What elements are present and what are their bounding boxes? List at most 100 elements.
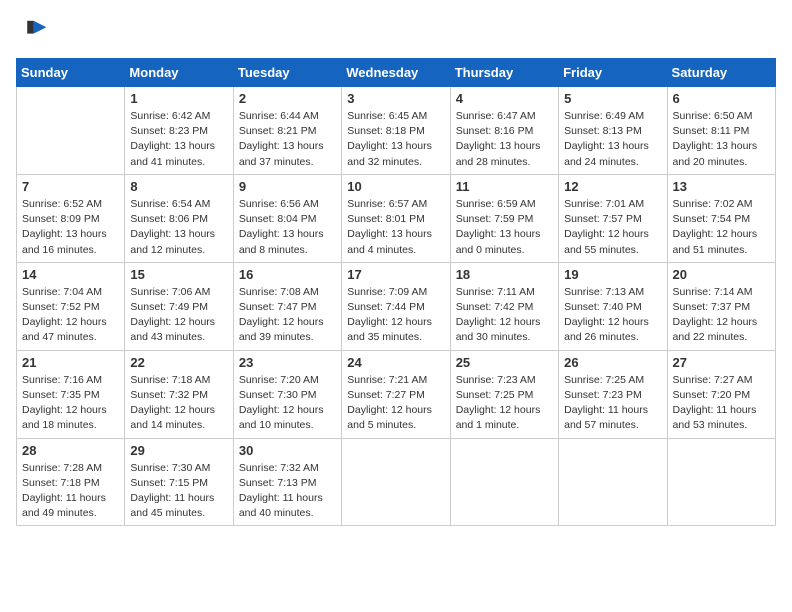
day-number: 13 bbox=[673, 179, 770, 194]
calendar-cell: 27 Sunrise: 7:27 AM Sunset: 7:20 PM Dayli… bbox=[667, 350, 775, 438]
day-info: Sunrise: 6:52 AM Sunset: 8:09 PM Dayligh… bbox=[22, 197, 119, 258]
logo bbox=[16, 16, 52, 48]
calendar-table: SundayMondayTuesdayWednesdayThursdayFrid… bbox=[16, 58, 776, 526]
day-info: Sunrise: 7:21 AM Sunset: 7:27 PM Dayligh… bbox=[347, 373, 444, 434]
day-number: 15 bbox=[130, 267, 227, 282]
day-info: Sunrise: 7:28 AM Sunset: 7:18 PM Dayligh… bbox=[22, 461, 119, 522]
calendar-cell: 23 Sunrise: 7:20 AM Sunset: 7:30 PM Dayli… bbox=[233, 350, 341, 438]
day-info: Sunrise: 7:02 AM Sunset: 7:54 PM Dayligh… bbox=[673, 197, 770, 258]
calendar-body: 1 Sunrise: 6:42 AM Sunset: 8:23 PM Daylig… bbox=[17, 87, 776, 526]
day-info: Sunrise: 6:56 AM Sunset: 8:04 PM Dayligh… bbox=[239, 197, 336, 258]
day-number: 21 bbox=[22, 355, 119, 370]
header-day-wednesday: Wednesday bbox=[342, 59, 450, 87]
calendar-cell: 7 Sunrise: 6:52 AM Sunset: 8:09 PM Daylig… bbox=[17, 174, 125, 262]
week-row-5: 28 Sunrise: 7:28 AM Sunset: 7:18 PM Dayli… bbox=[17, 438, 776, 526]
day-number: 20 bbox=[673, 267, 770, 282]
day-number: 25 bbox=[456, 355, 553, 370]
day-number: 9 bbox=[239, 179, 336, 194]
calendar-cell: 9 Sunrise: 6:56 AM Sunset: 8:04 PM Daylig… bbox=[233, 174, 341, 262]
day-info: Sunrise: 6:50 AM Sunset: 8:11 PM Dayligh… bbox=[673, 109, 770, 170]
day-number: 17 bbox=[347, 267, 444, 282]
calendar-cell: 22Sunrise: 7:18 AM Sunset: 7:32 PM Dayli… bbox=[125, 350, 233, 438]
day-number: 2 bbox=[239, 91, 336, 106]
calendar-cell: 6 Sunrise: 6:50 AM Sunset: 8:11 PM Daylig… bbox=[667, 87, 775, 175]
day-info: Sunrise: 6:49 AM Sunset: 8:13 PM Dayligh… bbox=[564, 109, 661, 170]
calendar-cell: 14Sunrise: 7:04 AM Sunset: 7:52 PM Dayli… bbox=[17, 262, 125, 350]
calendar-cell bbox=[450, 438, 558, 526]
day-info: Sunrise: 7:23 AM Sunset: 7:25 PM Dayligh… bbox=[456, 373, 553, 434]
day-info: Sunrise: 6:59 AM Sunset: 7:59 PM Dayligh… bbox=[456, 197, 553, 258]
calendar-header: SundayMondayTuesdayWednesdayThursdayFrid… bbox=[17, 59, 776, 87]
header-row: SundayMondayTuesdayWednesdayThursdayFrid… bbox=[17, 59, 776, 87]
day-info: Sunrise: 7:16 AM Sunset: 7:35 PM Dayligh… bbox=[22, 373, 119, 434]
day-number: 18 bbox=[456, 267, 553, 282]
calendar-cell: 30Sunrise: 7:32 AM Sunset: 7:13 PM Dayli… bbox=[233, 438, 341, 526]
day-info: Sunrise: 7:09 AM Sunset: 7:44 PM Dayligh… bbox=[347, 285, 444, 346]
calendar-cell: 17 Sunrise: 7:09 AM Sunset: 7:44 PM Dayli… bbox=[342, 262, 450, 350]
day-number: 12 bbox=[564, 179, 661, 194]
logo-icon bbox=[16, 16, 48, 48]
calendar-cell: 25 Sunrise: 7:23 AM Sunset: 7:25 PM Dayli… bbox=[450, 350, 558, 438]
calendar-cell: 11Sunrise: 6:59 AM Sunset: 7:59 PM Dayli… bbox=[450, 174, 558, 262]
day-number: 3 bbox=[347, 91, 444, 106]
day-info: Sunrise: 7:06 AM Sunset: 7:49 PM Dayligh… bbox=[130, 285, 227, 346]
day-info: Sunrise: 7:30 AM Sunset: 7:15 PM Dayligh… bbox=[130, 461, 227, 522]
calendar-cell: 1 Sunrise: 6:42 AM Sunset: 8:23 PM Daylig… bbox=[125, 87, 233, 175]
day-number: 28 bbox=[22, 443, 119, 458]
calendar-cell: 2 Sunrise: 6:44 AM Sunset: 8:21 PM Daylig… bbox=[233, 87, 341, 175]
day-info: Sunrise: 6:57 AM Sunset: 8:01 PM Dayligh… bbox=[347, 197, 444, 258]
day-info: Sunrise: 6:47 AM Sunset: 8:16 PM Dayligh… bbox=[456, 109, 553, 170]
day-number: 27 bbox=[673, 355, 770, 370]
calendar-cell bbox=[342, 438, 450, 526]
day-info: Sunrise: 7:14 AM Sunset: 7:37 PM Dayligh… bbox=[673, 285, 770, 346]
calendar-cell bbox=[17, 87, 125, 175]
day-info: Sunrise: 7:20 AM Sunset: 7:30 PM Dayligh… bbox=[239, 373, 336, 434]
day-info: Sunrise: 7:04 AM Sunset: 7:52 PM Dayligh… bbox=[22, 285, 119, 346]
calendar-cell: 3 Sunrise: 6:45 AM Sunset: 8:18 PM Daylig… bbox=[342, 87, 450, 175]
calendar-cell: 29 Sunrise: 7:30 AM Sunset: 7:15 PM Dayli… bbox=[125, 438, 233, 526]
header-day-monday: Monday bbox=[125, 59, 233, 87]
day-number: 24 bbox=[347, 355, 444, 370]
calendar-cell: 24 Sunrise: 7:21 AM Sunset: 7:27 PM Dayli… bbox=[342, 350, 450, 438]
day-info: Sunrise: 7:08 AM Sunset: 7:47 PM Dayligh… bbox=[239, 285, 336, 346]
day-number: 23 bbox=[239, 355, 336, 370]
calendar-cell bbox=[667, 438, 775, 526]
day-number: 6 bbox=[673, 91, 770, 106]
calendar-cell: 13 Sunrise: 7:02 AM Sunset: 7:54 PM Dayli… bbox=[667, 174, 775, 262]
day-info: Sunrise: 7:25 AM Sunset: 7:23 PM Dayligh… bbox=[564, 373, 661, 434]
day-info: Sunrise: 6:54 AM Sunset: 8:06 PM Dayligh… bbox=[130, 197, 227, 258]
day-info: Sunrise: 7:32 AM Sunset: 7:13 PM Dayligh… bbox=[239, 461, 336, 522]
header-day-thursday: Thursday bbox=[450, 59, 558, 87]
calendar-cell: 15 Sunrise: 7:06 AM Sunset: 7:49 PM Dayli… bbox=[125, 262, 233, 350]
day-number: 7 bbox=[22, 179, 119, 194]
week-row-2: 7 Sunrise: 6:52 AM Sunset: 8:09 PM Daylig… bbox=[17, 174, 776, 262]
day-info: Sunrise: 7:27 AM Sunset: 7:20 PM Dayligh… bbox=[673, 373, 770, 434]
calendar-cell: 16 Sunrise: 7:08 AM Sunset: 7:47 PM Dayli… bbox=[233, 262, 341, 350]
header-day-sunday: Sunday bbox=[17, 59, 125, 87]
page-header bbox=[16, 16, 776, 48]
day-info: Sunrise: 7:01 AM Sunset: 7:57 PM Dayligh… bbox=[564, 197, 661, 258]
day-number: 5 bbox=[564, 91, 661, 106]
calendar-cell: 12 Sunrise: 7:01 AM Sunset: 7:57 PM Dayli… bbox=[559, 174, 667, 262]
calendar-cell: 10Sunrise: 6:57 AM Sunset: 8:01 PM Dayli… bbox=[342, 174, 450, 262]
day-info: Sunrise: 7:11 AM Sunset: 7:42 PM Dayligh… bbox=[456, 285, 553, 346]
calendar-cell: 28 Sunrise: 7:28 AM Sunset: 7:18 PM Dayli… bbox=[17, 438, 125, 526]
day-number: 29 bbox=[130, 443, 227, 458]
calendar-cell: 19Sunrise: 7:13 AM Sunset: 7:40 PM Dayli… bbox=[559, 262, 667, 350]
calendar-cell: 5 Sunrise: 6:49 AM Sunset: 8:13 PM Daylig… bbox=[559, 87, 667, 175]
day-info: Sunrise: 6:42 AM Sunset: 8:23 PM Dayligh… bbox=[130, 109, 227, 170]
week-row-1: 1 Sunrise: 6:42 AM Sunset: 8:23 PM Daylig… bbox=[17, 87, 776, 175]
header-day-tuesday: Tuesday bbox=[233, 59, 341, 87]
week-row-3: 14Sunrise: 7:04 AM Sunset: 7:52 PM Dayli… bbox=[17, 262, 776, 350]
day-number: 22 bbox=[130, 355, 227, 370]
calendar-cell: 4Sunrise: 6:47 AM Sunset: 8:16 PM Daylig… bbox=[450, 87, 558, 175]
day-number: 8 bbox=[130, 179, 227, 194]
week-row-4: 21 Sunrise: 7:16 AM Sunset: 7:35 PM Dayli… bbox=[17, 350, 776, 438]
header-day-saturday: Saturday bbox=[667, 59, 775, 87]
day-number: 16 bbox=[239, 267, 336, 282]
day-info: Sunrise: 6:45 AM Sunset: 8:18 PM Dayligh… bbox=[347, 109, 444, 170]
calendar-cell bbox=[559, 438, 667, 526]
day-info: Sunrise: 6:44 AM Sunset: 8:21 PM Dayligh… bbox=[239, 109, 336, 170]
day-number: 1 bbox=[130, 91, 227, 106]
calendar-cell: 20 Sunrise: 7:14 AM Sunset: 7:37 PM Dayli… bbox=[667, 262, 775, 350]
